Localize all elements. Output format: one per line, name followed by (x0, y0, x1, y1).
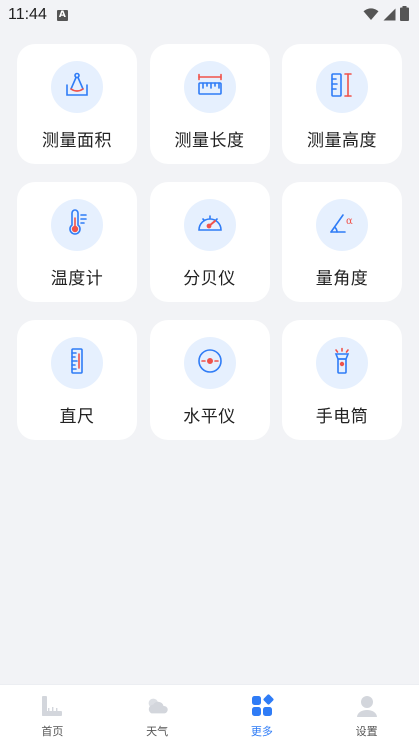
nav-label: 天气 (146, 725, 169, 738)
straight-ruler-icon (63, 347, 91, 379)
tool-card-angle[interactable]: α 量角度 (282, 182, 402, 302)
tool-label: 手电筒 (315, 407, 369, 427)
tool-label: 测量面积 (42, 131, 112, 151)
spirit-level-icon (196, 347, 224, 379)
tool-icon-circle (51, 337, 103, 389)
tool-card-length[interactable]: 测量长度 (149, 44, 270, 164)
tool-label: 测量高度 (307, 131, 377, 151)
tool-card-level[interactable]: 水平仪 (149, 320, 270, 440)
tool-label: 量角度 (315, 269, 369, 289)
home-ruler-icon (39, 693, 65, 719)
tool-card-height[interactable]: 测量高度 (282, 44, 402, 164)
nav-item-more[interactable]: 更多 (210, 685, 315, 746)
status-bar: 11:44 A (0, 0, 419, 30)
tool-icon-circle (51, 61, 103, 113)
svg-text:α: α (346, 216, 353, 227)
nav-item-home[interactable]: 首页 (0, 685, 105, 746)
tool-icon-circle (183, 199, 236, 251)
protractor-angle-icon: α (328, 209, 356, 241)
area-measure-icon (63, 71, 91, 103)
tool-icon-circle (183, 61, 236, 113)
nav-label: 首页 (41, 725, 64, 738)
thermometer-icon (63, 209, 91, 241)
status-time: 11:44 (8, 6, 47, 23)
tool-label: 直尺 (59, 407, 95, 427)
tool-label: 测量长度 (174, 131, 245, 151)
tool-icon-circle (51, 199, 103, 251)
tool-label: 水平仪 (183, 407, 236, 427)
nav-item-settings[interactable]: 设置 (314, 685, 419, 746)
tools-grid: 测量面积 测量长度 测量高度 温度计 分贝仪 α 量角度 直尺 水平仪 手电筒 (17, 44, 402, 440)
tool-card-decibel[interactable]: 分贝仪 (149, 182, 270, 302)
bottom-nav: 首页 天气 更多 设置 (0, 684, 419, 746)
notification-badge: A (56, 9, 68, 21)
profile-settings-icon (354, 693, 380, 719)
tool-card-thermometer[interactable]: 温度计 (17, 182, 137, 302)
tool-card-area[interactable]: 测量面积 (17, 44, 137, 164)
tool-label: 分贝仪 (183, 269, 236, 289)
tool-icon-circle (183, 337, 236, 389)
tool-card-flashlight[interactable]: 手电筒 (282, 320, 402, 440)
weather-icon (144, 693, 170, 719)
nav-label: 设置 (355, 725, 378, 738)
nav-label: 更多 (250, 725, 273, 738)
tool-label: 温度计 (50, 269, 104, 289)
nav-item-weather[interactable]: 天气 (105, 685, 210, 746)
height-measure-icon (328, 71, 356, 103)
more-grid-icon (249, 693, 275, 719)
wifi-icon (363, 6, 379, 25)
ruler-length-icon (196, 71, 224, 103)
tool-icon-circle (316, 337, 368, 389)
signal-icon (383, 6, 396, 25)
tool-icon-circle (316, 61, 368, 113)
decibel-meter-icon (196, 209, 224, 241)
tool-icon-circle: α (316, 199, 368, 251)
flashlight-icon (328, 347, 356, 379)
tool-card-ruler[interactable]: 直尺 (17, 320, 137, 440)
battery-icon (400, 5, 409, 25)
